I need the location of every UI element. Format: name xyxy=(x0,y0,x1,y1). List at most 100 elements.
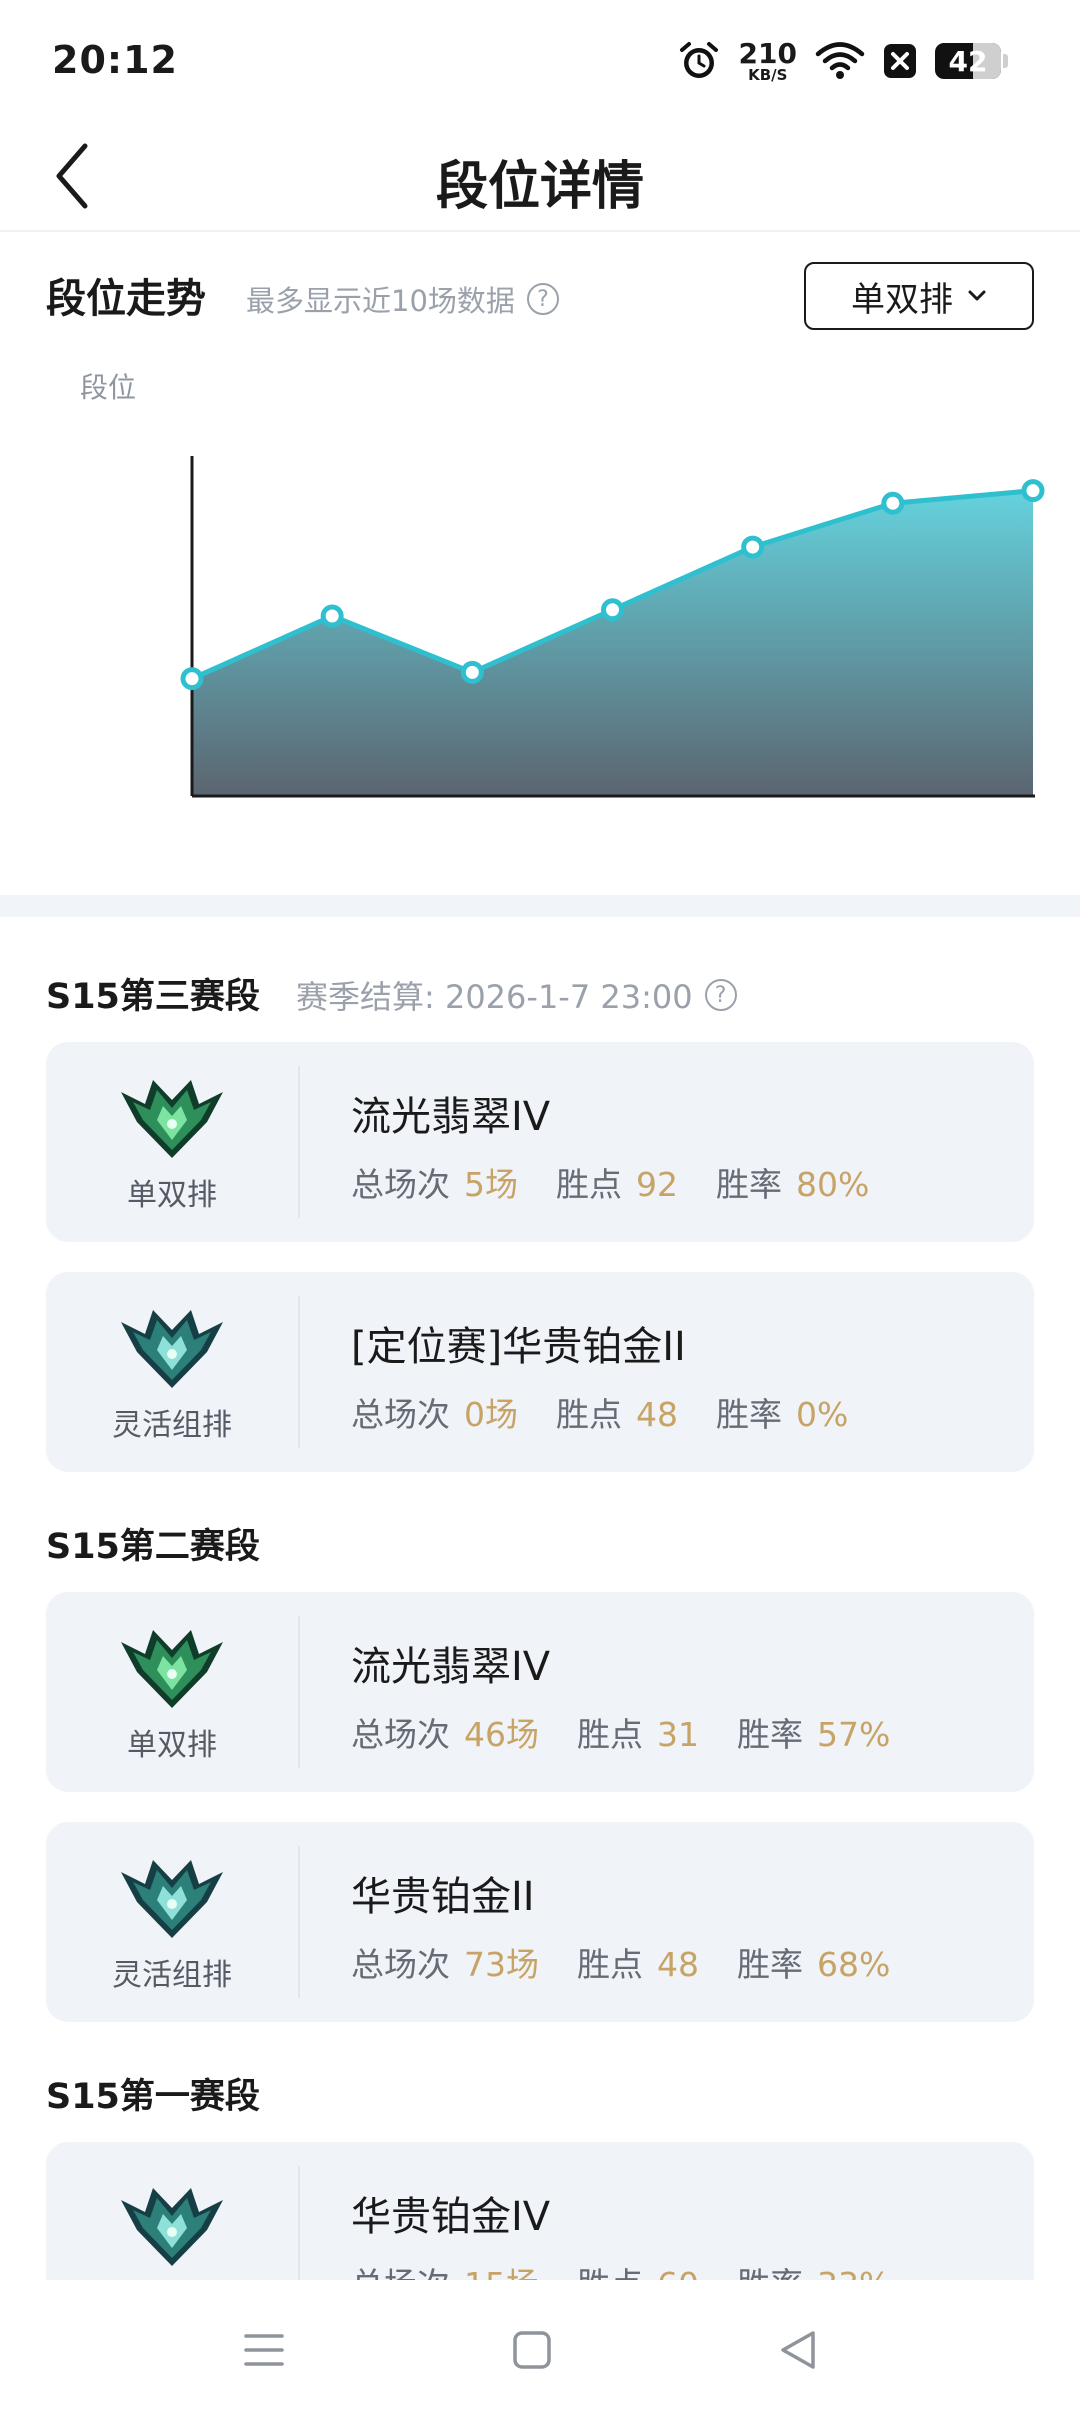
points-stat: 胜点 48 xyxy=(577,1938,699,1986)
games-stat: 总场次 5场 xyxy=(351,1158,518,1206)
menu-nav-button[interactable] xyxy=(224,2310,304,2390)
games-stat: 总场次 73场 xyxy=(351,1938,539,1986)
chart-data-point xyxy=(460,660,484,684)
network-speed: 210 KB/S xyxy=(738,36,797,84)
queue-mode-value: 单双排 xyxy=(851,279,953,320)
queue-mode-label: 灵活组排 xyxy=(112,1408,232,1443)
chart-data-point xyxy=(1021,479,1045,503)
rank-name: 流光翡翠IV xyxy=(351,1644,551,1690)
games-label: 总场次 xyxy=(351,1165,450,1204)
page-header: 段位详情 xyxy=(0,120,1080,232)
winrate-stat: 胜率 80% xyxy=(716,1158,869,1206)
points-value: 48 xyxy=(657,1945,699,1984)
season-title: S15第二赛段 xyxy=(46,1527,260,1567)
network-speed-value: 210 xyxy=(738,36,797,70)
points-stat: 胜点 60 xyxy=(577,2258,699,2280)
winrate-label: 胜率 xyxy=(716,1165,782,1204)
points-label: 胜点 xyxy=(577,1945,643,1984)
games-value: 46场 xyxy=(464,1715,539,1754)
season-settlement-note: 赛季结算: 2026-1-7 23:00? xyxy=(296,972,737,1018)
games-value: 15场 xyxy=(464,2265,539,2280)
season-title: S15第一赛段 xyxy=(46,2077,260,2117)
network-speed-unit: KB/S xyxy=(748,65,788,84)
rank-trend-chart xyxy=(0,420,1080,840)
chart-data-point xyxy=(320,604,344,628)
games-label: 总场次 xyxy=(351,1945,450,1984)
rank-card[interactable]: 华贵铂金IV 总场次 15场 胜点 60 胜率 33% xyxy=(46,2142,1034,2280)
rank-card[interactable]: 灵活组排 华贵铂金II 总场次 73场 胜点 48 胜率 68% xyxy=(46,1822,1034,2022)
trend-title: 段位走势 xyxy=(46,276,206,322)
chart-data-point xyxy=(741,535,765,559)
points-label: 胜点 xyxy=(556,1165,622,1204)
rank-name: [定位赛]华贵铂金II xyxy=(351,1324,686,1370)
chart-y-axis-label: 段位 xyxy=(80,371,137,404)
rank-card-left: 灵活组排 xyxy=(46,1272,298,1472)
winrate-value: 0% xyxy=(796,1395,849,1434)
winrate-value: 57% xyxy=(817,1715,891,1754)
wifi-icon xyxy=(815,41,865,81)
queue-mode-select[interactable]: 单双排 xyxy=(804,262,1034,330)
games-value: 73场 xyxy=(464,1945,539,1984)
games-stat: 总场次 15场 xyxy=(351,2258,539,2280)
chart-data-point xyxy=(601,598,624,622)
rank-card[interactable]: 单双排 流光翡翠IV 总场次 5场 胜点 92 胜率 80% xyxy=(46,1042,1034,1242)
rank-name: 华贵铂金IV xyxy=(351,2194,551,2240)
rank-card-left: 灵活组排 xyxy=(46,1822,298,2022)
winrate-label: 胜率 xyxy=(716,1395,782,1434)
card-divider xyxy=(298,1066,300,1218)
back-nav-button[interactable] xyxy=(758,2310,838,2390)
games-stat: 总场次 0场 xyxy=(351,1388,518,1436)
rank-card-left: 单双排 xyxy=(46,1592,298,1792)
rank-card-left xyxy=(46,2142,298,2280)
trend-subtitle: 最多显示近10场数据 ? xyxy=(246,278,559,320)
points-value: 60 xyxy=(657,2265,699,2280)
winrate-value: 33% xyxy=(817,2265,890,2280)
chart-data-point xyxy=(881,491,905,515)
games-value: 5场 xyxy=(464,1165,518,1204)
platinum-emblem-icon xyxy=(117,1300,227,1394)
games-label: 总场次 xyxy=(351,2265,450,2280)
battery-icon: 42 xyxy=(935,43,1008,79)
rank-stats: 总场次 46场 胜点 31 胜率 57% xyxy=(351,1708,890,1756)
winrate-label: 胜率 xyxy=(737,2265,803,2280)
page-title: 段位详情 xyxy=(435,157,644,217)
rank-card-left: 单双排 xyxy=(46,1042,298,1242)
winrate-label: 胜率 xyxy=(737,1715,803,1754)
points-value: 92 xyxy=(636,1165,678,1204)
status-time: 20:12 xyxy=(52,38,178,82)
chart-area-fill xyxy=(192,490,1033,796)
rank-stats: 总场次 5场 胜点 92 胜率 80% xyxy=(351,1158,869,1206)
winrate-label: 胜率 xyxy=(737,1945,803,1984)
rank-stats: 总场次 73场 胜点 48 胜率 68% xyxy=(351,1938,890,1986)
rank-stats: 总场次 15场 胜点 60 胜率 33% xyxy=(351,2258,890,2280)
season-settlement-text: 赛季结算: 2026-1-7 23:00 xyxy=(296,978,693,1016)
home-square-icon xyxy=(513,2331,551,2369)
winrate-stat: 胜率 68% xyxy=(737,1938,890,1986)
games-stat: 总场次 46场 xyxy=(351,1708,539,1756)
season-title: S15第三赛段 xyxy=(46,977,260,1017)
games-value: 0场 xyxy=(464,1395,518,1434)
winrate-value: 68% xyxy=(817,1945,891,1984)
winrate-value: 80% xyxy=(796,1165,870,1204)
trend-header: 段位走势 最多显示近10场数据 ? 单双排 xyxy=(46,262,1034,332)
status-icons: 210 KB/S 42 xyxy=(677,36,1008,86)
points-value: 31 xyxy=(657,1715,699,1754)
home-nav-button[interactable] xyxy=(492,2310,572,2390)
winrate-stat: 胜率 57% xyxy=(737,1708,890,1756)
battery-level: 42 xyxy=(948,44,988,78)
help-icon[interactable]: ? xyxy=(704,979,737,1011)
rank-card[interactable]: 灵活组排 [定位赛]华贵铂金II 总场次 0场 胜点 48 胜率 0% xyxy=(46,1272,1034,1472)
rank-card[interactable]: 单双排 流光翡翠IV 总场次 46场 胜点 31 胜率 57% xyxy=(46,1592,1034,1792)
emerald-emblem-icon xyxy=(117,1620,227,1714)
back-triangle-icon xyxy=(781,2331,815,2369)
winrate-stat: 胜率 0% xyxy=(716,1388,848,1436)
section-divider xyxy=(0,895,1080,917)
rank-name: 华贵铂金II xyxy=(351,1874,535,1920)
rank-stats: 总场次 0场 胜点 48 胜率 0% xyxy=(351,1388,848,1436)
card-divider xyxy=(298,2166,300,2280)
rank-name: 流光翡翠IV xyxy=(351,1094,551,1140)
system-nav-bar xyxy=(0,2280,1080,2412)
card-divider xyxy=(298,1296,300,1448)
close-box-icon xyxy=(883,43,917,79)
help-icon[interactable]: ? xyxy=(526,283,559,315)
